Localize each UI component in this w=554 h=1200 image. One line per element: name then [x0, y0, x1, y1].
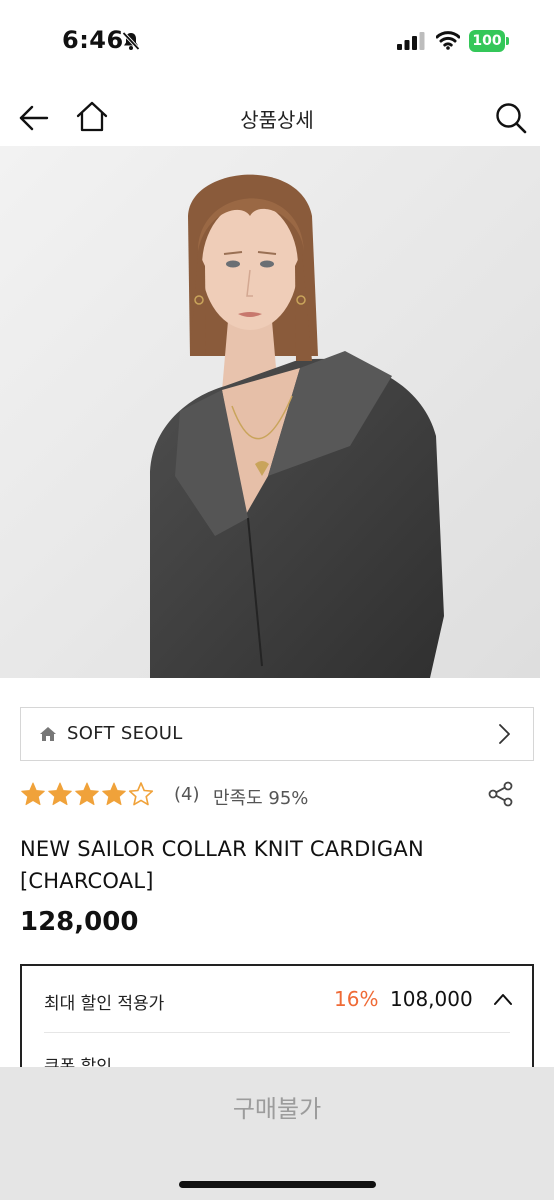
- product-photo: [0, 146, 554, 678]
- product-image[interactable]: [0, 146, 554, 678]
- share-icon[interactable]: [488, 781, 514, 807]
- satisfaction-rate: 만족도 95%: [213, 788, 309, 809]
- search-icon[interactable]: [494, 101, 528, 135]
- product-price: 128,000: [20, 907, 139, 937]
- shop-home-icon: [40, 727, 56, 741]
- review-count: (4): [174, 784, 200, 805]
- wifi-icon: [436, 31, 460, 50]
- chevron-right-icon: [499, 724, 510, 744]
- brand-name: SOFT SEOUL: [67, 723, 183, 744]
- product-name-line1: NEW SAILOR COLLAR KNIT CARDIGAN: [20, 837, 424, 861]
- star-filled-icon: [21, 782, 45, 806]
- product-name: NEW SAILOR COLLAR KNIT CARDIGAN [CHARCOA…: [20, 833, 520, 897]
- battery-tip: [506, 37, 509, 45]
- bottom-buy-bar: 구매불가: [0, 1067, 554, 1200]
- star-empty-icon: [128, 782, 154, 806]
- discount-price: 108,000: [390, 987, 473, 1011]
- star-filled-icon: [102, 782, 126, 806]
- top-nav: 상품상세: [0, 90, 554, 146]
- rating-row[interactable]: (4) 만족도 95%: [20, 781, 534, 811]
- brand-shop-link[interactable]: SOFT SEOUL: [20, 707, 534, 761]
- battery-icon: 100: [469, 30, 509, 52]
- home-indicator: [179, 1181, 376, 1188]
- status-bar: 6:46 100: [0, 0, 554, 84]
- battery-level: 100: [469, 30, 505, 52]
- chevron-up-icon[interactable]: [492, 991, 514, 1007]
- product-name-line2: [CHARCOAL]: [20, 869, 154, 893]
- bell-slash-icon: [122, 31, 140, 51]
- star-filled-icon: [75, 782, 99, 806]
- discount-rate: 16%: [334, 987, 379, 1011]
- divider: [44, 1032, 510, 1033]
- status-time: 6:46: [62, 26, 124, 54]
- star-rating: [20, 781, 154, 809]
- buy-button[interactable]: 구매불가: [0, 1067, 554, 1151]
- star-filled-icon: [48, 782, 72, 806]
- page-title: 상품상세: [240, 108, 314, 132]
- max-discount-label: 최대 할인 적용가: [44, 994, 165, 1014]
- signal-icon: [397, 32, 425, 50]
